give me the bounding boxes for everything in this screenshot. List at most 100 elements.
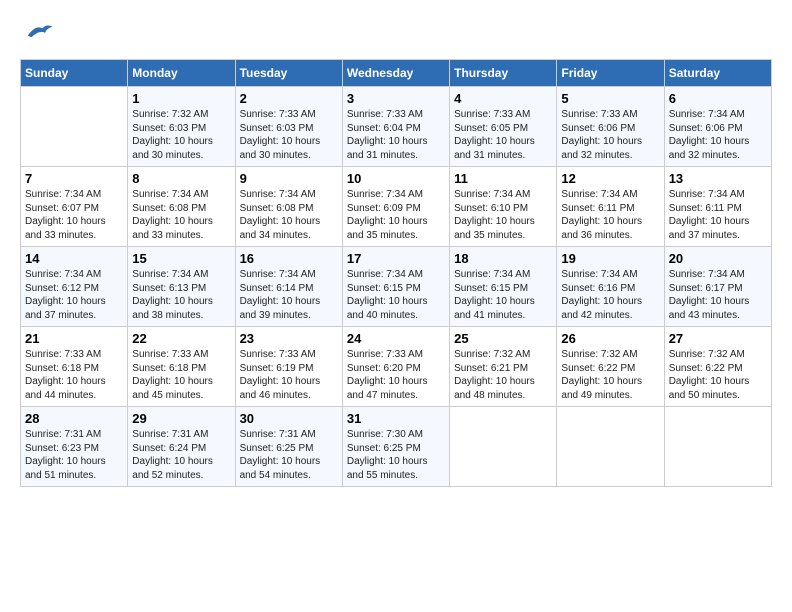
week-row-3: 14 Sunrise: 7:34 AMSunset: 6:12 PMDayligh… [21, 247, 772, 327]
day-info: Sunrise: 7:33 AMSunset: 6:19 PMDaylight:… [240, 348, 338, 402]
day-cell: 2Sunrise: 7:33 AMSunset: 6:03 PMDaylight… [235, 87, 342, 167]
header-friday: Friday [557, 60, 664, 87]
week-row-5: 28 Sunrise: 7:31 AMSunset: 6:23 PMDayligh… [21, 407, 772, 487]
day-number: 30 [240, 411, 338, 426]
day-number: 4 [454, 91, 552, 106]
day-info: Sunrise: 7:33 AMSunset: 6:18 PMDaylight:… [25, 348, 123, 402]
day-cell [557, 407, 664, 487]
day-number: 14 [25, 251, 123, 266]
day-number: 31 [347, 411, 445, 426]
day-cell: 19Sunrise: 7:34 AMSunset: 6:16 PMDayligh… [557, 247, 664, 327]
week-row-4: 21 Sunrise: 7:33 AMSunset: 6:18 PMDayligh… [21, 327, 772, 407]
day-info: Sunrise: 7:34 AMSunset: 6:12 PMDaylight:… [25, 268, 123, 322]
day-cell [664, 407, 771, 487]
day-cell: 3 Sunrise: 7:33 AMSunset: 6:04 PMDaylight… [342, 87, 449, 167]
day-cell: 29 Sunrise: 7:31 AMSunset: 6:24 PMDayligh… [128, 407, 235, 487]
day-number: 28 [25, 411, 123, 426]
day-cell: 11Sunrise: 7:34 AMSunset: 6:10 PMDayligh… [450, 167, 557, 247]
day-number: 18 [454, 251, 552, 266]
day-cell: 28 Sunrise: 7:31 AMSunset: 6:23 PMDayligh… [21, 407, 128, 487]
day-cell: 25Sunrise: 7:32 AMSunset: 6:21 PMDayligh… [450, 327, 557, 407]
day-cell: 9 Sunrise: 7:34 AMSunset: 6:08 PMDaylight… [235, 167, 342, 247]
day-cell: 20 Sunrise: 7:34 AMSunset: 6:17 PMDayligh… [664, 247, 771, 327]
day-cell: 6 Sunrise: 7:34 AMSunset: 6:06 PMDaylight… [664, 87, 771, 167]
day-number: 21 [25, 331, 123, 346]
day-number: 22 [132, 331, 230, 346]
day-cell: 13 Sunrise: 7:34 AMSunset: 6:11 PMDayligh… [664, 167, 771, 247]
day-number: 23 [240, 331, 338, 346]
day-cell: 26Sunrise: 7:32 AMSunset: 6:22 PMDayligh… [557, 327, 664, 407]
calendar-table: SundayMondayTuesdayWednesdayThursdayFrid… [20, 59, 772, 487]
day-cell: 7Sunrise: 7:34 AMSunset: 6:07 PMDaylight… [21, 167, 128, 247]
day-info: Sunrise: 7:32 AMSunset: 6:22 PMDaylight:… [561, 348, 659, 402]
day-cell: 17 Sunrise: 7:34 AMSunset: 6:15 PMDayligh… [342, 247, 449, 327]
day-info: Sunrise: 7:34 AMSunset: 6:15 PMDaylight:… [454, 268, 552, 322]
day-info: Sunrise: 7:34 AMSunset: 6:17 PMDaylight:… [669, 268, 767, 322]
day-number: 25 [454, 331, 552, 346]
day-number: 20 [669, 251, 767, 266]
day-info: Sunrise: 7:34 AMSunset: 6:10 PMDaylight:… [454, 188, 552, 242]
day-info: Sunrise: 7:34 AMSunset: 6:06 PMDaylight:… [669, 108, 767, 162]
day-cell: 14 Sunrise: 7:34 AMSunset: 6:12 PMDayligh… [21, 247, 128, 327]
day-info: Sunrise: 7:31 AMSunset: 6:24 PMDaylight:… [132, 428, 230, 482]
day-cell: 12Sunrise: 7:34 AMSunset: 6:11 PMDayligh… [557, 167, 664, 247]
day-cell: 21 Sunrise: 7:33 AMSunset: 6:18 PMDayligh… [21, 327, 128, 407]
day-cell [450, 407, 557, 487]
day-cell: 4Sunrise: 7:33 AMSunset: 6:05 PMDaylight… [450, 87, 557, 167]
day-number: 8 [132, 171, 230, 186]
day-cell: 22 Sunrise: 7:33 AMSunset: 6:18 PMDayligh… [128, 327, 235, 407]
day-cell: 27 Sunrise: 7:32 AMSunset: 6:22 PMDayligh… [664, 327, 771, 407]
day-number: 3 [347, 91, 445, 106]
day-number: 29 [132, 411, 230, 426]
day-number: 17 [347, 251, 445, 266]
day-info: Sunrise: 7:34 AMSunset: 6:08 PMDaylight:… [132, 188, 230, 242]
week-row-2: 7Sunrise: 7:34 AMSunset: 6:07 PMDaylight… [21, 167, 772, 247]
day-info: Sunrise: 7:33 AMSunset: 6:18 PMDaylight:… [132, 348, 230, 402]
day-info: Sunrise: 7:30 AMSunset: 6:25 PMDaylight:… [347, 428, 445, 482]
logo [20, 20, 54, 44]
day-info: Sunrise: 7:34 AMSunset: 6:15 PMDaylight:… [347, 268, 445, 322]
day-number: 15 [132, 251, 230, 266]
day-cell: 1Sunrise: 7:32 AMSunset: 6:03 PMDaylight… [128, 87, 235, 167]
header-wednesday: Wednesday [342, 60, 449, 87]
day-info: Sunrise: 7:34 AMSunset: 6:07 PMDaylight:… [25, 188, 123, 242]
day-cell [21, 87, 128, 167]
day-info: Sunrise: 7:33 AMSunset: 6:06 PMDaylight:… [561, 108, 659, 162]
header-row: SundayMondayTuesdayWednesdayThursdayFrid… [21, 60, 772, 87]
day-cell: 16 Sunrise: 7:34 AMSunset: 6:14 PMDayligh… [235, 247, 342, 327]
day-cell: 30 Sunrise: 7:31 AMSunset: 6:25 PMDayligh… [235, 407, 342, 487]
day-number: 24 [347, 331, 445, 346]
day-info: Sunrise: 7:34 AMSunset: 6:16 PMDaylight:… [561, 268, 659, 322]
day-number: 16 [240, 251, 338, 266]
day-info: Sunrise: 7:33 AMSunset: 6:20 PMDaylight:… [347, 348, 445, 402]
day-info: Sunrise: 7:32 AMSunset: 6:22 PMDaylight:… [669, 348, 767, 402]
header-thursday: Thursday [450, 60, 557, 87]
day-info: Sunrise: 7:34 AMSunset: 6:08 PMDaylight:… [240, 188, 338, 242]
day-info: Sunrise: 7:31 AMSunset: 6:25 PMDaylight:… [240, 428, 338, 482]
day-info: Sunrise: 7:34 AMSunset: 6:13 PMDaylight:… [132, 268, 230, 322]
header-tuesday: Tuesday [235, 60, 342, 87]
day-number: 6 [669, 91, 767, 106]
day-info: Sunrise: 7:34 AMSunset: 6:14 PMDaylight:… [240, 268, 338, 322]
day-info: Sunrise: 7:32 AMSunset: 6:03 PMDaylight:… [132, 108, 230, 162]
day-cell: 23 Sunrise: 7:33 AMSunset: 6:19 PMDayligh… [235, 327, 342, 407]
day-number: 27 [669, 331, 767, 346]
day-number: 13 [669, 171, 767, 186]
day-number: 2 [240, 91, 338, 106]
day-number: 10 [347, 171, 445, 186]
day-info: Sunrise: 7:34 AMSunset: 6:09 PMDaylight:… [347, 188, 445, 242]
day-cell: 8 Sunrise: 7:34 AMSunset: 6:08 PMDaylight… [128, 167, 235, 247]
header-monday: Monday [128, 60, 235, 87]
day-cell: 18 Sunrise: 7:34 AMSunset: 6:15 PMDayligh… [450, 247, 557, 327]
page-header [20, 20, 772, 44]
day-info: Sunrise: 7:34 AMSunset: 6:11 PMDaylight:… [669, 188, 767, 242]
header-sunday: Sunday [21, 60, 128, 87]
header-saturday: Saturday [664, 60, 771, 87]
day-cell: 5 Sunrise: 7:33 AMSunset: 6:06 PMDaylight… [557, 87, 664, 167]
day-info: Sunrise: 7:31 AMSunset: 6:23 PMDaylight:… [25, 428, 123, 482]
week-row-1: 1Sunrise: 7:32 AMSunset: 6:03 PMDaylight… [21, 87, 772, 167]
logo-bird-icon [24, 20, 54, 44]
day-number: 5 [561, 91, 659, 106]
day-number: 9 [240, 171, 338, 186]
day-info: Sunrise: 7:33 AMSunset: 6:04 PMDaylight:… [347, 108, 445, 162]
